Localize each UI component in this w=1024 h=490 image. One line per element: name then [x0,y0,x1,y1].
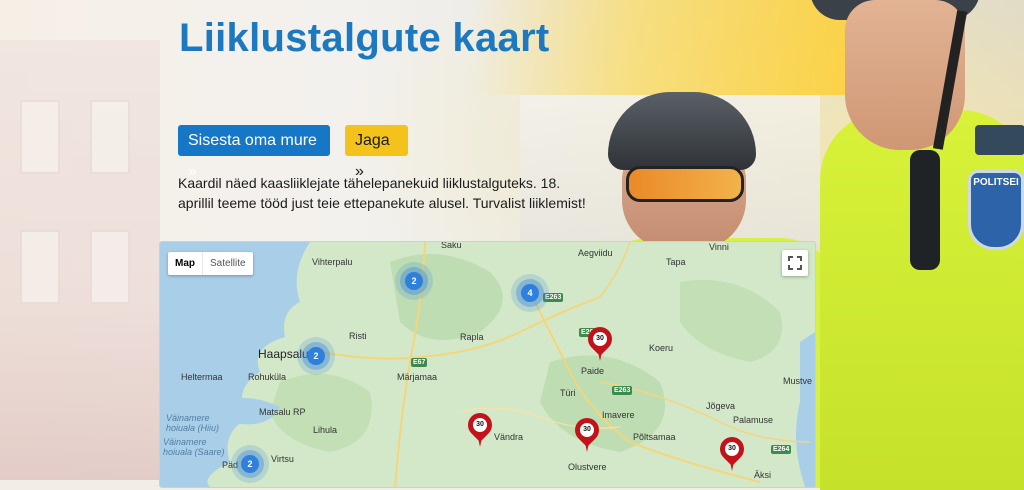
map-type-satellite[interactable]: Satellite [202,252,253,275]
map-place-label: Heltermaa [181,372,223,382]
map-place-label: Jõgeva [706,401,736,411]
map-place-label: Saku [441,241,462,250]
map-place-label: Mustve [783,376,813,386]
map-place-label: Imavere [602,410,635,420]
map-place-label: Rohuküla [248,372,287,382]
map-place-label: Põltsamaa [633,432,676,442]
map-place-label: Lihula [313,425,338,435]
police-badge: POLITSEI [968,170,1024,250]
map-terrain [160,242,815,487]
road-shield: E264 [771,445,792,454]
map-place-label: Äksi [754,470,772,480]
background-building [0,40,160,480]
road-shield: E263 [543,293,564,302]
map-place-label: Türi [560,388,576,398]
map-cluster[interactable]: 4 [521,284,539,302]
share-button[interactable]: Jaga » [345,125,408,180]
map-place-label: Vihterpalu [312,257,353,267]
fullscreen-icon [788,256,802,270]
speed-limit-icon: 30 [723,440,741,458]
map-type-map[interactable]: Map [168,252,202,275]
speed-limit-icon: 30 [578,421,596,439]
map-place-label: Märjamaa [397,372,438,382]
map-place-label: Tapa [666,257,686,267]
map-cluster[interactable]: 2 [307,347,325,365]
submit-concern-button[interactable]: Sisesta oma mure » [178,125,330,180]
road-shield: E67 [411,358,428,367]
map-place-label: Vändra [494,432,524,442]
map-place-label: Koeru [649,343,674,353]
road-shield: E263 [612,386,633,395]
map-cluster[interactable]: 2 [241,455,259,473]
map-place-label: Rapla [460,332,484,342]
page-title: Liiklustalgute kaart [179,16,550,60]
map-place-label: Matsalu RP [259,407,306,417]
map-type-control[interactable]: Map Satellite [168,252,253,275]
map-marker[interactable]: 30 [463,408,497,447]
map-marker[interactable]: 30 [583,322,617,361]
map-place-label: Risti [349,331,367,341]
map[interactable]: Map Satellite Vihterpalu Saku Aegviidu T… [159,241,816,488]
map-place-label: Virtsu [271,454,294,464]
map-place-label: Olustvere [568,462,607,472]
map-marker[interactable]: 30 [570,413,604,452]
map-place-label: Paide [581,366,605,376]
map-place-label: Palamuse [733,415,774,425]
map-marker[interactable]: 30 [715,432,749,471]
speed-limit-icon: 30 [471,416,489,434]
map-place-label: Päd [222,460,239,470]
map-cluster[interactable]: 2 [405,272,423,290]
map-place-label: Vinni [709,242,729,252]
map-place-label: Haapsalu [258,347,309,361]
map-place-label: Väinamere hoiuala (Hiiu) [166,413,220,433]
fullscreen-button[interactable] [782,250,808,276]
intro-text: Kaardil näed kaasliiklejate tähelepaneku… [178,175,586,211]
map-place-label: Väinamere hoiuala (Saare) [163,437,225,457]
map-place-label: Aegviidu [578,248,613,258]
speed-limit-icon: 30 [591,330,609,348]
